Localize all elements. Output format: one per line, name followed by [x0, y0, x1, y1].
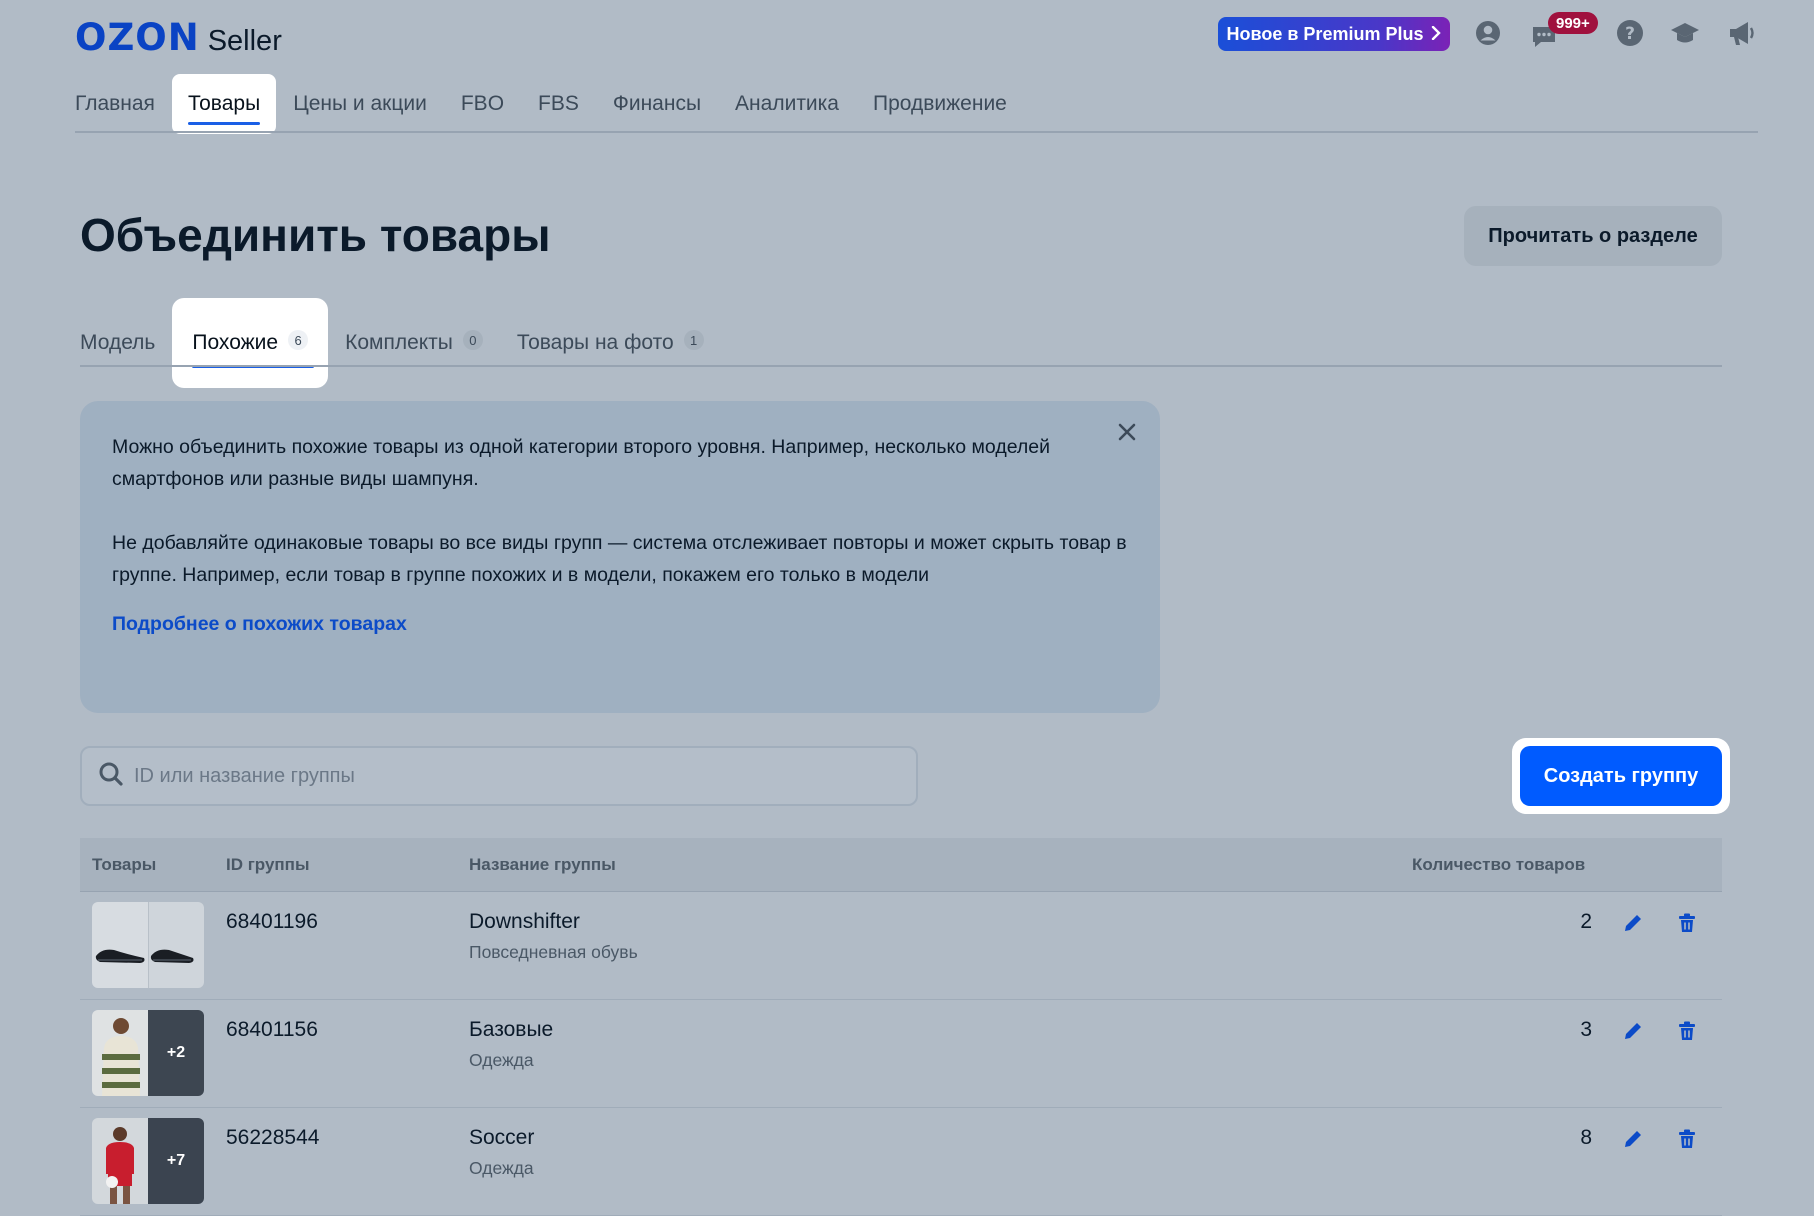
create-group-button[interactable]: Создать группу — [1520, 746, 1722, 806]
read-about-section-button[interactable]: Прочитать о разделе — [1464, 206, 1722, 266]
table-header: Товары ID группы Название группы Количес… — [80, 838, 1722, 892]
page-title: Объединить товары — [80, 209, 551, 261]
tab-photo-products[interactable]: Товары на фото 1 — [500, 298, 721, 388]
nav-item-promotion[interactable]: Продвижение — [856, 74, 1024, 134]
group-product-count: 2 — [1580, 910, 1592, 933]
column-group-id: ID группы — [226, 855, 310, 874]
column-products: Товары — [92, 855, 157, 874]
tab-model-label: Модель — [80, 331, 156, 354]
product-thumbnails — [92, 902, 204, 988]
user-icon[interactable] — [1473, 18, 1503, 48]
nav-item-fbo[interactable]: FBO — [444, 74, 521, 134]
table-row[interactable]: +7 56228544 Soccer Одежда 8 — [80, 1108, 1722, 1216]
group-id: 56228544 — [226, 1126, 320, 1149]
tab-bundles-label: Комплекты — [345, 331, 453, 354]
svg-text:?: ? — [1625, 24, 1635, 44]
column-group-name: Название группы — [469, 855, 616, 874]
product-image — [92, 1118, 148, 1204]
table-row[interactable]: 68401196 Downshifter Повседневная обувь … — [80, 892, 1722, 1000]
group-name[interactable]: Базовые — [469, 1018, 553, 1042]
nav-item-fbs[interactable]: FBS — [521, 74, 596, 134]
edit-icon[interactable] — [1618, 908, 1648, 938]
nav-item-prices[interactable]: Цены и акции — [276, 74, 444, 134]
table-row[interactable]: +2 68401156 Базовые Одежда 3 — [80, 1000, 1722, 1108]
group-id: 68401156 — [226, 1018, 318, 1041]
help-icon[interactable]: ? — [1615, 18, 1645, 48]
nav-item-home[interactable]: Главная — [75, 74, 172, 134]
search-input[interactable] — [134, 764, 894, 788]
main-nav: Главная Товары Цены и акции FBO FBS Фина… — [75, 74, 1024, 134]
group-type-tabs: Модель Похожие 6 Комплекты 0 Товары на ф… — [80, 298, 721, 388]
column-product-count: Количество товаров — [1412, 855, 1586, 874]
info-paragraph-2: Не добавляйте одинаковые товары во все в… — [112, 532, 1127, 586]
delete-icon[interactable] — [1672, 1124, 1702, 1154]
info-banner: Можно объединить похожие товары из одной… — [80, 401, 1160, 713]
product-image — [92, 902, 148, 988]
delete-icon[interactable] — [1672, 908, 1702, 938]
search-icon — [98, 761, 124, 791]
group-category: Одежда — [469, 1158, 534, 1178]
group-id: 68401196 — [226, 910, 318, 933]
tab-similar-label: Похожие — [192, 331, 279, 354]
group-product-count: 8 — [1580, 1126, 1592, 1149]
tab-similar[interactable]: Похожие 6 — [172, 298, 329, 388]
group-name[interactable]: Soccer — [469, 1126, 534, 1150]
education-icon[interactable] — [1670, 18, 1700, 48]
edit-icon[interactable] — [1618, 1124, 1648, 1154]
nav-item-products[interactable]: Товары — [171, 74, 277, 134]
delete-icon[interactable] — [1672, 1016, 1702, 1046]
product-image: +2 — [148, 1010, 204, 1096]
info-paragraph-1: Можно объединить похожие товары из одной… — [112, 436, 1051, 490]
group-product-count: 3 — [1580, 1018, 1592, 1041]
nav-item-analytics[interactable]: Аналитика — [718, 74, 856, 134]
group-category: Одежда — [469, 1050, 534, 1070]
product-image: +7 — [148, 1118, 204, 1204]
group-search[interactable] — [80, 746, 918, 806]
close-icon[interactable] — [1114, 419, 1140, 445]
megaphone-icon[interactable] — [1726, 18, 1756, 48]
logo-ozon-text: OZON — [75, 16, 200, 59]
more-images-count: +7 — [166, 1152, 186, 1169]
group-name[interactable]: Downshifter — [469, 910, 580, 934]
nav-item-finance[interactable]: Финансы — [596, 74, 718, 134]
tab-photo-products-label: Товары на фото — [516, 331, 674, 354]
product-thumbnails: +7 — [92, 1118, 204, 1204]
ozon-seller-logo[interactable]: OZON Seller — [75, 16, 282, 59]
tab-photo-products-count: 1 — [683, 330, 704, 350]
nav-divider — [75, 131, 1758, 133]
tab-bundles[interactable]: Комплекты 0 — [328, 298, 500, 388]
more-images-count: +2 — [166, 1044, 186, 1061]
tab-bundles-count: 0 — [462, 330, 483, 350]
similar-products-link[interactable]: Подробнее о похожих товарах — [112, 613, 1128, 636]
notifications-badge: 999+ — [1548, 12, 1598, 34]
group-category: Повседневная обувь — [469, 942, 638, 962]
premium-plus-label: Новое в Premium Plus — [1226, 23, 1424, 44]
chevron-right-icon — [1431, 24, 1442, 45]
tabs-divider — [80, 365, 1722, 367]
logo-seller-text: Seller — [207, 25, 282, 57]
edit-icon[interactable] — [1618, 1016, 1648, 1046]
tab-model[interactable]: Модель — [80, 298, 172, 388]
product-image — [92, 1010, 148, 1096]
tab-similar-count: 6 — [288, 330, 309, 350]
create-group-highlight: Создать группу — [1512, 738, 1730, 814]
premium-plus-button[interactable]: Новое в Premium Plus — [1218, 17, 1450, 51]
product-image — [148, 902, 204, 988]
product-thumbnails: +2 — [92, 1010, 204, 1096]
